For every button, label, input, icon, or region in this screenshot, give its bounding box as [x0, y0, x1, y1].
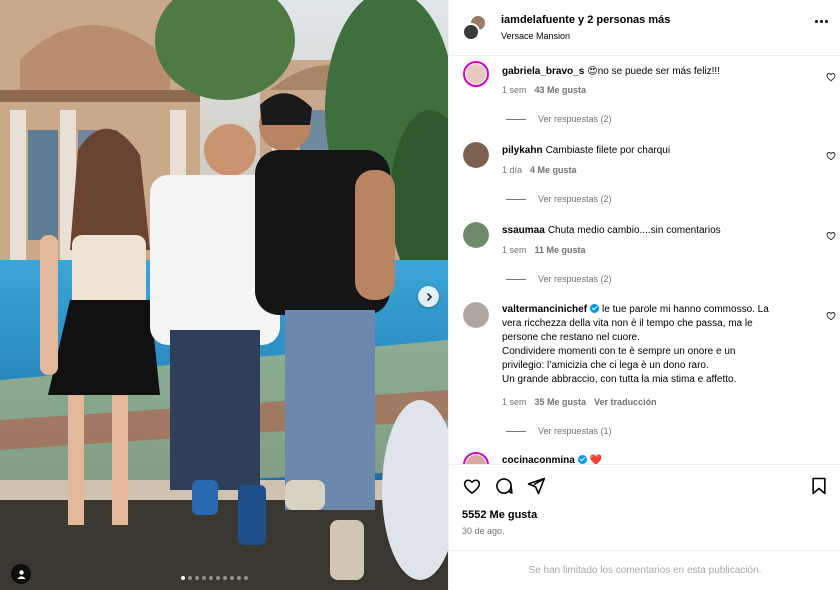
comment-content: no se puede ser más feliz!!! [597, 66, 720, 77]
avatar[interactable] [463, 302, 489, 328]
comment-meta: 1 sem 35 Me gusta Ver traducción [502, 397, 657, 407]
collab-avatars[interactable] [462, 14, 488, 41]
comment-likes[interactable]: 11 Me gusta [535, 245, 586, 255]
carousel-dot [195, 576, 199, 580]
comment-content: Cambiaste filete por charqui [545, 145, 671, 156]
heart-icon[interactable] [462, 476, 482, 496]
comment-line: le tue parole mi hanno commosso. La [602, 304, 769, 315]
likes-count[interactable]: 5552 Me gusta [462, 509, 537, 521]
comment-emoji: ❤️ [589, 455, 603, 464]
comment-meta: 1 día 4 Me gusta [502, 165, 577, 175]
comment-username[interactable]: pilykahn [502, 145, 543, 156]
author-connector: y [574, 14, 588, 26]
heart-icon[interactable] [826, 311, 836, 321]
comment-likes[interactable]: 35 Me gusta [535, 397, 587, 407]
comment-time[interactable]: 1 sem [502, 397, 527, 407]
comment-text: gabriela_bravo_s 😍no se puede ser más fel… [502, 65, 802, 79]
comment-time[interactable]: 1 sem [502, 245, 527, 255]
avatar[interactable] [463, 61, 489, 87]
comment-text: pilykahn Cambiaste filete por charqui [502, 144, 802, 158]
comment-line: Un grande abbraccio, con tutta la mia st… [502, 374, 737, 385]
carousel-dot [237, 576, 241, 580]
avatar-image [463, 142, 489, 168]
comment-text: valtermancinichef le tue parole mi hanno … [502, 303, 802, 387]
comments-list: gabriela_bravo_s 😍no se puede ser más fel… [449, 56, 840, 464]
replies-line [506, 198, 526, 200]
comment-likes[interactable]: 4 Me gusta [530, 165, 577, 175]
avatar-image [463, 302, 489, 328]
post-authors[interactable]: iamdelafuente y 2 personas más [501, 14, 670, 26]
replies-label[interactable]: Ver respuestas (2) [538, 114, 612, 124]
comment-meta: 1 sem 43 Me gusta [502, 85, 586, 95]
comment-line: privilegio: l’amicizia che ci lega è un … [502, 360, 709, 371]
avatar [462, 23, 480, 41]
save-icon[interactable] [809, 476, 829, 496]
author-username[interactable]: iamdelafuente [501, 14, 575, 26]
view-replies-button[interactable]: Ver respuestas (1) [506, 426, 612, 436]
avatar-image [463, 222, 489, 248]
heart-icon[interactable] [826, 72, 836, 82]
comment-username[interactable]: valtermancinichef [502, 304, 587, 315]
avatar-image [466, 64, 486, 84]
photo-illustration [0, 0, 448, 590]
avatar[interactable] [463, 222, 489, 248]
view-replies-button[interactable]: Ver respuestas (2) [506, 274, 612, 284]
avatar[interactable] [463, 452, 489, 464]
heart-icon[interactable] [826, 151, 836, 161]
share-icon[interactable] [526, 476, 546, 496]
carousel-dot [216, 576, 220, 580]
comment-line: persone che restano nel cuore. [502, 332, 640, 343]
user-tag-button[interactable] [11, 564, 31, 584]
comment-username[interactable]: gabriela_bravo_s [502, 66, 584, 77]
next-arrow-icon [426, 292, 432, 301]
carousel-dot [223, 576, 227, 580]
carousel-next-button[interactable] [418, 286, 439, 307]
comment-time[interactable]: 1 día [502, 165, 522, 175]
comment-text: ssaumaa Chuta medio cambio....sin comenta… [502, 224, 802, 238]
comments-limited-notice: Se han limitado los comentarios en esta … [449, 550, 840, 590]
carousel-dot [181, 576, 185, 580]
carousel-dot [230, 576, 234, 580]
comment-content: Chuta medio cambio....sin comentarios [547, 225, 721, 236]
post-date[interactable]: 30 de ago. [462, 526, 505, 536]
comment-likes[interactable]: 43 Me gusta [535, 85, 587, 95]
author-others[interactable]: 2 personas más [587, 14, 670, 26]
user-tag-icon [17, 569, 25, 579]
comment-line: vera ricchezza della vita non è il tempo… [502, 318, 753, 329]
comment-text: cocinaconmina ❤️ [502, 454, 802, 464]
replies-line [506, 118, 526, 120]
replies-line [506, 430, 526, 432]
post-side-panel: iamdelafuente y 2 personas más Versace M… [448, 0, 840, 590]
replies-label[interactable]: Ver respuestas (2) [538, 274, 612, 284]
avatar[interactable] [463, 142, 489, 168]
heart-icon[interactable] [826, 231, 836, 241]
instagram-post-view: iamdelafuente y 2 personas más Versace M… [0, 0, 840, 590]
carousel-dot [188, 576, 192, 580]
comment-icon[interactable] [494, 476, 514, 496]
view-replies-button[interactable]: Ver respuestas (2) [506, 194, 612, 204]
comment-username[interactable]: cocinaconmina [502, 455, 575, 464]
view-replies-button[interactable]: Ver respuestas (2) [506, 114, 612, 124]
replies-line [506, 278, 526, 280]
post-actions: 5552 Me gusta 30 de ago. [449, 464, 840, 550]
carousel-dot [244, 576, 248, 580]
verified-badge-icon [577, 455, 587, 464]
comment-time[interactable]: 1 sem [502, 85, 527, 95]
translate-button[interactable]: Ver traducción [594, 397, 657, 407]
avatar-image [466, 455, 486, 464]
replies-label[interactable]: Ver respuestas (2) [538, 194, 612, 204]
more-icon[interactable] [815, 20, 828, 23]
verified-badge-icon [590, 304, 600, 313]
post-location[interactable]: Versace Mansion [501, 31, 570, 41]
carousel-dot [209, 576, 213, 580]
comment-emoji: 😍 [587, 66, 598, 77]
post-header: iamdelafuente y 2 personas más Versace M… [449, 0, 840, 56]
carousel-dot [202, 576, 206, 580]
comment-line: Condividere momenti con te è sempre un o… [502, 346, 736, 357]
replies-label[interactable]: Ver respuestas (1) [538, 426, 612, 436]
comment-meta: 1 sem 11 Me gusta [502, 245, 586, 255]
post-photo[interactable] [0, 0, 448, 590]
carousel-dots [181, 576, 248, 580]
comment-username[interactable]: ssaumaa [502, 225, 545, 236]
